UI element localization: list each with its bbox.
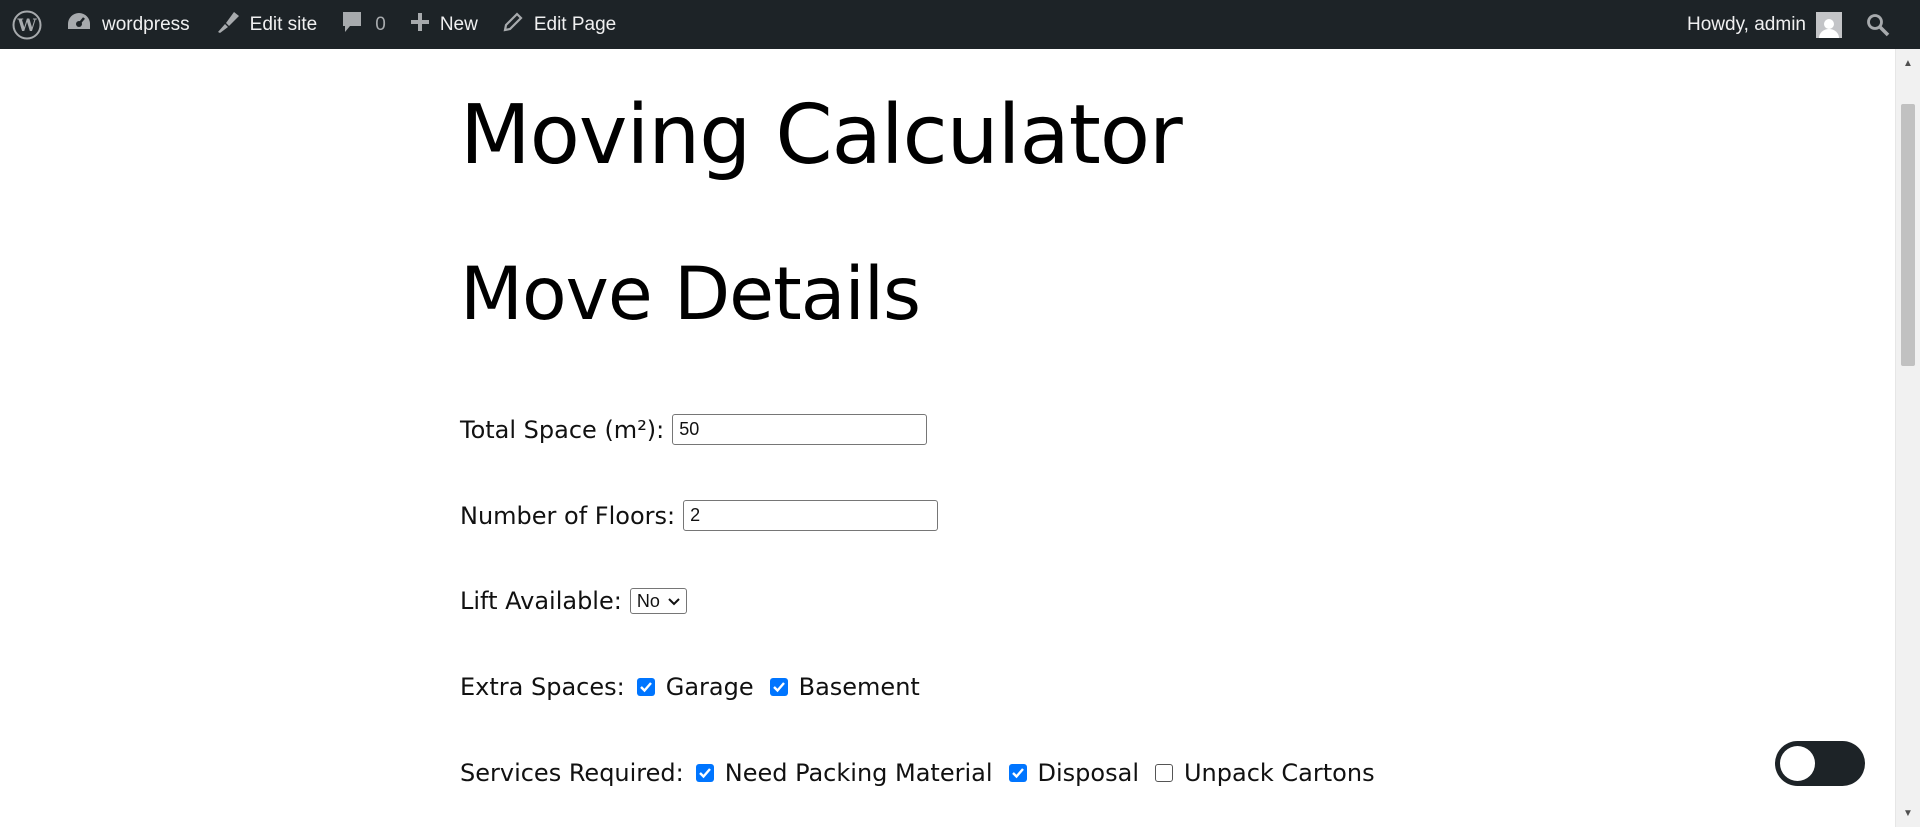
services-row: Services Required: Need Packing Material… bbox=[460, 759, 1379, 787]
lift-label: Lift Available: bbox=[460, 587, 622, 615]
disposal-label: Disposal bbox=[1037, 759, 1139, 787]
admin-bar-secondary: Howdy, admin bbox=[1677, 0, 1900, 49]
scrollbar[interactable]: ▲ ▼ bbox=[1895, 49, 1920, 827]
scroll-up-arrow-icon[interactable]: ▲ bbox=[1896, 53, 1920, 73]
wordpress-logo-icon[interactable]: W bbox=[0, 0, 56, 49]
total-space-row: Total Space (m²): 50 bbox=[460, 414, 928, 445]
brush-icon bbox=[214, 10, 240, 40]
lift-select[interactable]: No bbox=[629, 588, 687, 614]
my-account-link[interactable]: Howdy, admin bbox=[1677, 0, 1852, 49]
garage-label: Garage bbox=[665, 673, 754, 701]
floors-row: Number of Floors: 2 bbox=[460, 500, 939, 531]
admin-bar: W wordpress Edit site 0 New Edit Page Ho… bbox=[0, 0, 1920, 49]
toggle-switch[interactable] bbox=[1775, 741, 1865, 786]
comment-bubble-icon bbox=[341, 10, 363, 40]
basement-label: Basement bbox=[798, 673, 920, 701]
chevron-down-icon bbox=[668, 593, 680, 609]
garage-checkbox[interactable] bbox=[636, 678, 655, 696]
site-name-link[interactable]: wordpress bbox=[56, 0, 202, 49]
floors-label: Number of Floors: bbox=[460, 501, 676, 530]
site-name-label: wordpress bbox=[102, 13, 190, 35]
comments-link[interactable]: 0 bbox=[329, 0, 398, 49]
floors-input[interactable]: 2 bbox=[683, 500, 939, 531]
unpack-cartons-label: Unpack Cartons bbox=[1183, 759, 1375, 787]
edit-page-link[interactable]: Edit Page bbox=[490, 0, 628, 49]
avatar bbox=[1816, 11, 1842, 38]
howdy-label: Howdy, admin bbox=[1687, 13, 1806, 35]
scroll-down-arrow-icon[interactable]: ▼ bbox=[1896, 803, 1920, 823]
lift-row: Lift Available: No bbox=[460, 587, 687, 615]
new-content-link[interactable]: New bbox=[398, 0, 490, 49]
services-label: Services Required: bbox=[460, 759, 684, 787]
dashboard-icon bbox=[66, 11, 92, 39]
pencil-icon bbox=[502, 11, 524, 39]
lift-selected-value: No bbox=[636, 590, 660, 611]
toggle-knob bbox=[1780, 746, 1815, 781]
new-label: New bbox=[439, 13, 478, 35]
extra-spaces-row: Extra Spaces: Garage Basement bbox=[460, 673, 924, 701]
scrollbar-thumb[interactable] bbox=[1901, 104, 1915, 366]
edit-site-label: Edit site bbox=[249, 13, 318, 35]
plus-icon bbox=[410, 12, 430, 38]
packing-material-checkbox[interactable] bbox=[695, 764, 714, 782]
extra-spaces-label: Extra Spaces: bbox=[460, 673, 625, 701]
edit-page-label: Edit Page bbox=[533, 13, 617, 35]
total-space-label: Total Space (m²): bbox=[460, 415, 665, 444]
section-title: Move Details bbox=[460, 252, 921, 337]
disposal-checkbox[interactable] bbox=[1008, 764, 1027, 782]
comments-count: 0 bbox=[375, 13, 386, 35]
svg-text:W: W bbox=[16, 16, 37, 36]
unpack-cartons-checkbox[interactable] bbox=[1154, 764, 1173, 782]
packing-material-label: Need Packing Material bbox=[724, 759, 993, 787]
edit-site-link[interactable]: Edit site bbox=[202, 0, 330, 49]
total-space-input[interactable]: 50 bbox=[672, 414, 928, 445]
page-title: Moving Calculator bbox=[460, 88, 1183, 183]
search-icon[interactable] bbox=[1852, 0, 1900, 49]
basement-checkbox[interactable] bbox=[769, 678, 788, 696]
